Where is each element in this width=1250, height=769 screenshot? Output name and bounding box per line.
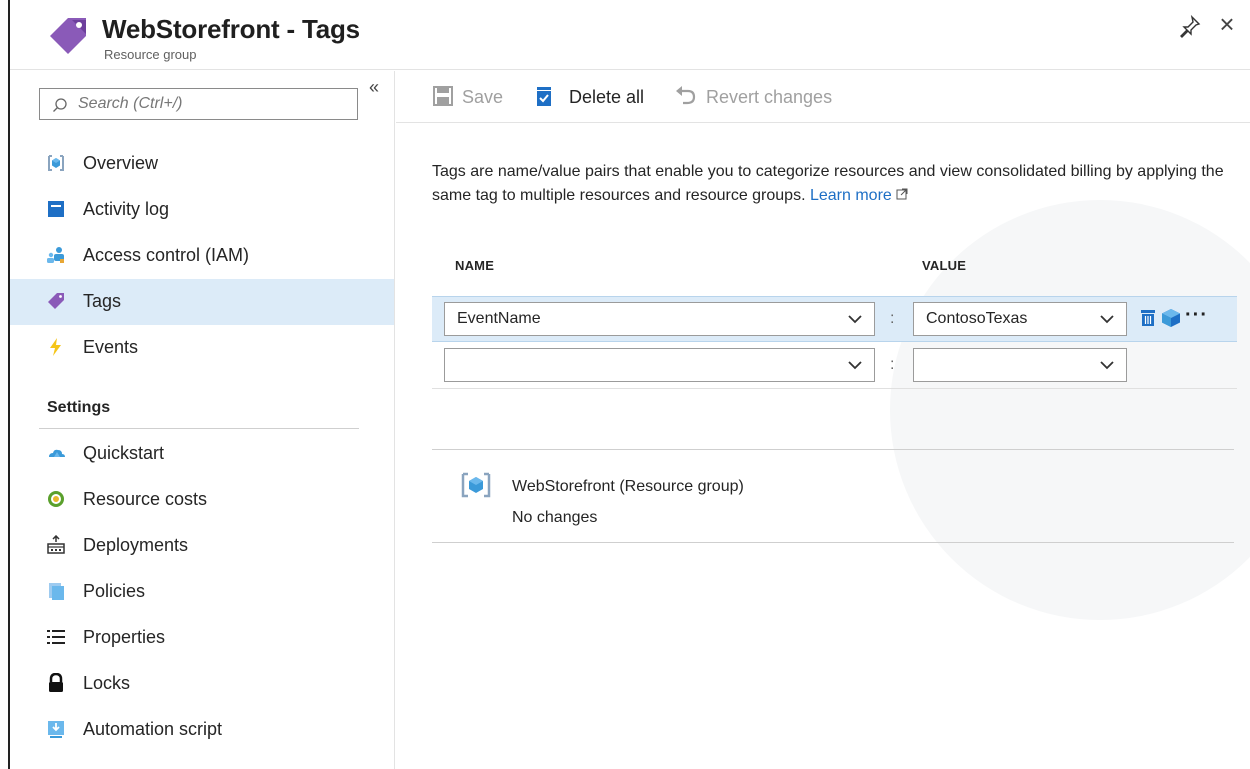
lock-icon xyxy=(49,673,63,692)
sidebar-item-events[interactable]: Events xyxy=(10,325,394,371)
cloud-icon xyxy=(49,449,65,457)
search-icon xyxy=(53,98,67,112)
tag-value-dropdown[interactable]: ContosoTexas xyxy=(913,302,1127,336)
close-icon[interactable]: × xyxy=(1214,11,1240,38)
sidebar-item-automation-script[interactable]: Automation script xyxy=(10,707,394,753)
resource-status: No changes xyxy=(512,509,598,526)
sidebar-item-label: Deployments xyxy=(83,535,189,555)
resource-group-icon xyxy=(461,472,491,498)
cost-icon xyxy=(48,491,64,507)
sidebar-item-label: Access control (IAM) xyxy=(83,245,250,265)
sidebar-item-tags[interactable]: Tags xyxy=(10,279,394,325)
undo-icon xyxy=(676,86,696,105)
tag-name-dropdown[interactable] xyxy=(444,348,875,382)
properties-icon xyxy=(47,630,65,644)
external-link-icon xyxy=(896,188,908,200)
delete-icon[interactable] xyxy=(1140,309,1156,327)
tag-icon xyxy=(48,293,64,309)
delete-all-button[interactable]: Delete all xyxy=(533,85,653,109)
chevron-down-icon xyxy=(848,315,862,324)
search-input[interactable] xyxy=(78,94,348,114)
delete-all-icon xyxy=(537,87,551,106)
collapse-sidebar-button[interactable]: « xyxy=(369,77,379,98)
sidebar-item-label: Overview xyxy=(83,153,159,173)
sidebar-item-label: Policies xyxy=(83,581,146,601)
settings-section-title: Settings xyxy=(47,399,111,416)
sidebar-item-policies[interactable]: Policies xyxy=(10,569,394,615)
tag-name-dropdown[interactable]: EventName xyxy=(444,302,875,336)
blade: WebStorefront - Tags Resource group × « … xyxy=(8,0,1250,769)
sidebar-item-quickstart[interactable]: Quickstart xyxy=(10,431,394,477)
blade-header: WebStorefront - Tags Resource group × xyxy=(10,0,1250,70)
sidebar-item-label: Tags xyxy=(83,291,122,311)
sidebar-item-deployments[interactable]: Deployments xyxy=(10,523,394,569)
sidebar-item-access-control[interactable]: Access control (IAM) xyxy=(10,233,394,279)
page-subtitle: Resource group xyxy=(104,47,197,62)
divider xyxy=(432,388,1237,389)
divider xyxy=(39,428,359,429)
sidebar-item-properties[interactable]: Properties xyxy=(10,615,394,661)
chevron-down-icon xyxy=(848,361,862,370)
command-bar: Save Delete all Revert changes xyxy=(396,71,1250,123)
automation-icon xyxy=(48,721,64,738)
page-title: WebStorefront - Tags xyxy=(102,14,360,44)
resource-group-name: WebStorefront (Resource group) xyxy=(512,478,744,495)
access-control-icon xyxy=(47,247,64,263)
policy-icon xyxy=(49,583,64,600)
activity-log-icon xyxy=(48,201,64,217)
sidebar-item-label: Locks xyxy=(83,673,131,693)
tag-value-dropdown[interactable] xyxy=(913,348,1127,382)
sidebar-item-label: Activity log xyxy=(83,199,170,219)
resource-group-icon xyxy=(48,155,64,171)
deployments-icon xyxy=(47,535,65,554)
column-header-value: VALUE xyxy=(922,258,967,273)
chevron-down-icon xyxy=(1100,361,1114,370)
search-box xyxy=(39,88,358,120)
separator-colon: : xyxy=(890,356,895,373)
chevron-down-icon xyxy=(1100,315,1114,324)
learn-more-link[interactable]: Learn more xyxy=(810,187,908,204)
column-header-name: NAME xyxy=(455,258,495,273)
divider xyxy=(432,542,1234,543)
sidebar-item-overview[interactable]: Overview xyxy=(10,141,394,187)
save-icon xyxy=(433,86,453,106)
sidebar-item-label: Quickstart xyxy=(83,443,165,463)
sidebar-item-label: Properties xyxy=(83,627,166,647)
sidebar-item-label: Automation script xyxy=(83,719,223,739)
tag-icon xyxy=(50,18,86,54)
sidebar-item-label: Resource costs xyxy=(83,489,208,509)
separator-colon: : xyxy=(890,310,895,327)
revert-changes-button[interactable]: Revert changes xyxy=(674,85,844,109)
sidebar-item-resource-costs[interactable]: Resource costs xyxy=(10,477,394,523)
resource-icon[interactable] xyxy=(1160,307,1182,329)
sidebar-item-locks[interactable]: Locks xyxy=(10,661,394,707)
save-button[interactable]: Save xyxy=(432,85,512,109)
divider xyxy=(432,449,1234,450)
pin-icon[interactable] xyxy=(1178,14,1202,38)
tags-description: Tags are name/value pairs that enable yo… xyxy=(432,163,1224,204)
sidebar: « Overview Activity log xyxy=(10,71,395,769)
sidebar-item-activity-log[interactable]: Activity log xyxy=(10,187,394,233)
lightning-icon xyxy=(50,338,61,356)
more-options-icon[interactable]: ··· xyxy=(1185,304,1208,327)
sidebar-item-label: Events xyxy=(83,337,139,357)
